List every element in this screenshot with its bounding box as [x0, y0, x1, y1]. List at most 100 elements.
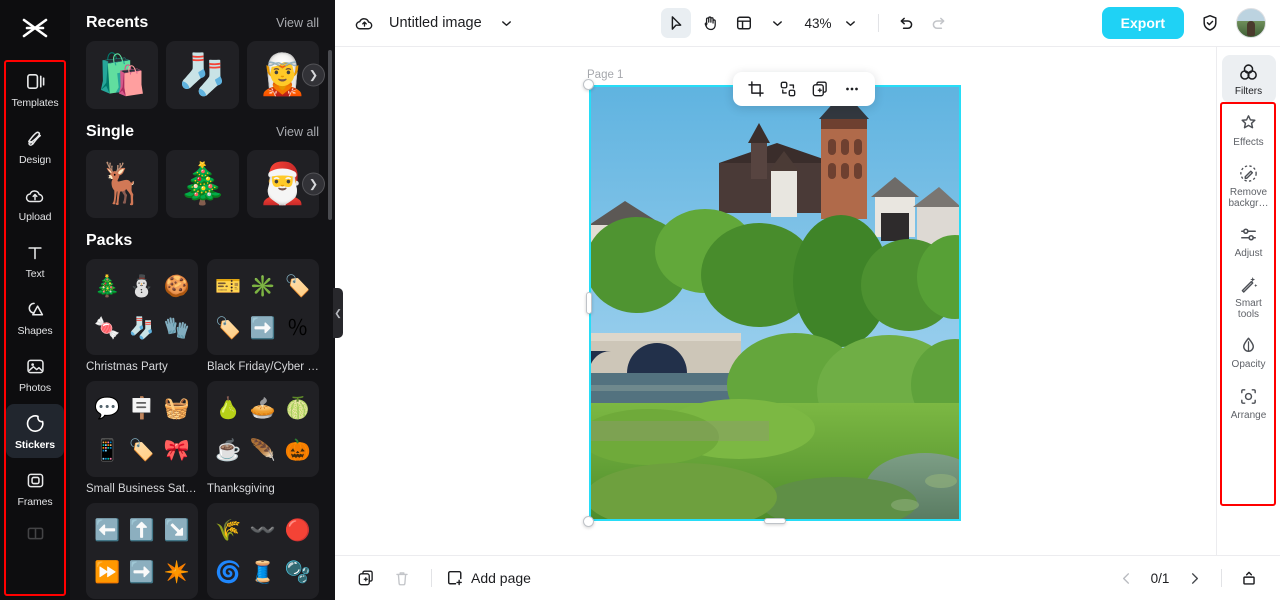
- pack-card[interactable]: 🎫 ✳️ 🏷️ 🏷️ ➡️ ％ Black Friday/Cyber M…: [207, 259, 319, 373]
- sticker-tile[interactable]: 🦌: [86, 150, 159, 218]
- flip-icon[interactable]: [773, 74, 803, 104]
- pack-glyph: 🌾: [215, 518, 242, 542]
- trash-icon[interactable]: [387, 563, 417, 593]
- packs-header: Packs: [86, 218, 319, 259]
- pack-card[interactable]: 🍐 🥧 🍈 ☕ 🪶 🎃 Thanksgiving: [207, 381, 319, 495]
- cursor-select-icon[interactable]: [660, 8, 691, 38]
- sticker-tile[interactable]: 🧦: [166, 41, 239, 109]
- pack-card[interactable]: 💬 🪧 🧺 📱 🏷️ 🎀 Small Business Saturd…: [86, 381, 198, 495]
- title-chevron-down-icon[interactable]: [492, 8, 522, 38]
- sidebar-item-more[interactable]: [6, 518, 64, 548]
- pack-glyph: 🎀: [163, 438, 190, 462]
- pack-glyph: ➡️: [128, 560, 156, 584]
- tool-adjust[interactable]: Adjust: [1222, 217, 1276, 265]
- pack-card[interactable]: 🎄 ⛄ 🍪 🍬 🧦 🧤 Christmas Party: [86, 259, 198, 373]
- recents-next-arrow-icon[interactable]: ❯: [302, 63, 325, 87]
- tool-smart-tools[interactable]: Smart tools: [1222, 268, 1276, 325]
- recents-title: Recents: [86, 14, 149, 31]
- add-page-button[interactable]: Add page: [446, 569, 531, 587]
- zoom-chevron-down-icon[interactable]: [836, 8, 866, 38]
- pack-glyph: ⬅️: [94, 518, 121, 542]
- single-view-all-link[interactable]: View all: [276, 125, 319, 139]
- pack-thumbnail: 🌾 〰️ 🔴 🌀 🧵 🫧: [207, 503, 319, 599]
- right-tool-rail: Filters Effects Remove backgr… Adjust Sm…: [1216, 47, 1280, 555]
- pack-name: Thanksgiving: [207, 483, 275, 495]
- hand-pan-icon[interactable]: [694, 8, 724, 38]
- sidebar-item-design[interactable]: Design: [6, 119, 64, 173]
- sidebar-item-label: Templates: [11, 96, 59, 109]
- single-header: Single View all: [86, 109, 319, 150]
- stickers-panel-scrollbar[interactable]: [328, 50, 332, 220]
- capcut-logo[interactable]: [0, 0, 70, 56]
- sidebar-item-stickers[interactable]: Stickers: [6, 404, 64, 458]
- tool-filters[interactable]: Filters: [1221, 55, 1276, 103]
- undo-icon[interactable]: [891, 8, 921, 38]
- adjust-sliders-icon: [1238, 223, 1259, 245]
- resize-handle-top-left[interactable]: [583, 79, 594, 90]
- page-count: 0/1: [1150, 570, 1170, 586]
- sidebar-item-photos[interactable]: Photos: [6, 347, 64, 401]
- selected-image-object[interactable]: [583, 79, 961, 527]
- layout-grid-icon[interactable]: [728, 8, 758, 38]
- tool-label: Adjust: [1234, 248, 1263, 259]
- pack-thumbnail: 🍐 🥧 🍈 ☕ 🪶 🎃: [207, 381, 319, 477]
- tool-label: Remove backgr…: [1228, 187, 1269, 209]
- pack-glyph: 🪧: [128, 396, 156, 420]
- recents-view-all-link[interactable]: View all: [276, 16, 319, 30]
- pack-glyph: 🍪: [163, 274, 190, 298]
- pack-glyph: ⏩: [94, 560, 121, 584]
- tool-opacity[interactable]: Opacity: [1222, 328, 1276, 376]
- zoom-level-value[interactable]: 43%: [804, 16, 831, 31]
- layout-chevron-down-icon[interactable]: [762, 8, 792, 38]
- single-title: Single: [86, 123, 135, 140]
- resize-handle-bottom-left[interactable]: [583, 516, 594, 527]
- filters-icon: [1238, 61, 1259, 83]
- packs-title: Packs: [86, 232, 133, 249]
- cloud-save-icon[interactable]: [349, 8, 379, 38]
- design-icon: [25, 127, 46, 151]
- export-button[interactable]: Export: [1101, 7, 1184, 39]
- main-area: Untitled image 43% Export Page 1 Add pag…: [335, 0, 1280, 600]
- packs-grid: 🎄 ⛄ 🍪 🍬 🧦 🧤 Christmas Party 🎫 ✳️ 🏷️ 🏷️ ➡…: [86, 259, 319, 599]
- resize-handle-bottom-middle[interactable]: [764, 518, 786, 524]
- chevron-left-icon[interactable]: [1111, 563, 1141, 593]
- sticker-tile[interactable]: 🛍️: [86, 41, 159, 109]
- sidebar-item-templates[interactable]: Templates: [6, 62, 64, 116]
- bottom-toolbar-right: 0/1: [1111, 563, 1264, 593]
- user-avatar[interactable]: [1236, 8, 1266, 38]
- sidebar-item-upload[interactable]: Upload: [6, 176, 64, 230]
- sidebar-item-text[interactable]: Text: [6, 233, 64, 287]
- tool-remove-background[interactable]: Remove backgr…: [1222, 157, 1276, 214]
- sidebar-item-frames[interactable]: Frames: [6, 461, 64, 515]
- pack-card[interactable]: 🌾 〰️ 🔴 🌀 🧵 🫧: [207, 503, 319, 599]
- recents-header: Recents View all: [86, 0, 319, 41]
- pack-glyph: 🔴: [284, 518, 311, 542]
- panel-collapse-handle[interactable]: ❮: [333, 288, 343, 338]
- resize-icon[interactable]: [1234, 563, 1264, 593]
- canvas-area[interactable]: Page 1: [335, 47, 1280, 555]
- pack-glyph: ✳️: [249, 274, 277, 298]
- tool-effects[interactable]: Effects: [1222, 106, 1276, 154]
- opacity-drop-icon: [1238, 334, 1259, 356]
- pack-thumbnail: 🎄 ⛄ 🍪 🍬 🧦 🧤: [86, 259, 198, 355]
- pack-glyph: 📱: [94, 438, 121, 462]
- duplicate-page-icon[interactable]: [351, 563, 381, 593]
- tool-label: Opacity: [1231, 359, 1266, 370]
- document-title[interactable]: Untitled image: [389, 15, 482, 31]
- more-horizontal-icon[interactable]: [837, 74, 867, 104]
- pack-glyph: 🎄: [94, 274, 121, 298]
- pack-glyph: 🍐: [215, 396, 242, 420]
- tool-arrange[interactable]: Arrange: [1222, 379, 1276, 427]
- shield-check-icon[interactable]: [1195, 8, 1225, 38]
- sidebar-item-shapes[interactable]: Shapes: [6, 290, 64, 344]
- crop-icon[interactable]: [741, 74, 771, 104]
- redo-icon[interactable]: [925, 8, 955, 38]
- chevron-right-icon[interactable]: [1179, 563, 1209, 593]
- shapes-icon: [25, 298, 46, 322]
- pack-card[interactable]: ⬅️ ⬆️ ↘️ ⏩ ➡️ ✴️: [86, 503, 198, 599]
- resize-handle-middle-left[interactable]: [586, 292, 592, 314]
- sticker-tile[interactable]: 🎄: [166, 150, 239, 218]
- duplicate-icon[interactable]: [805, 74, 835, 104]
- bottom-divider-right: [1221, 569, 1222, 587]
- single-next-arrow-icon[interactable]: ❯: [302, 172, 325, 196]
